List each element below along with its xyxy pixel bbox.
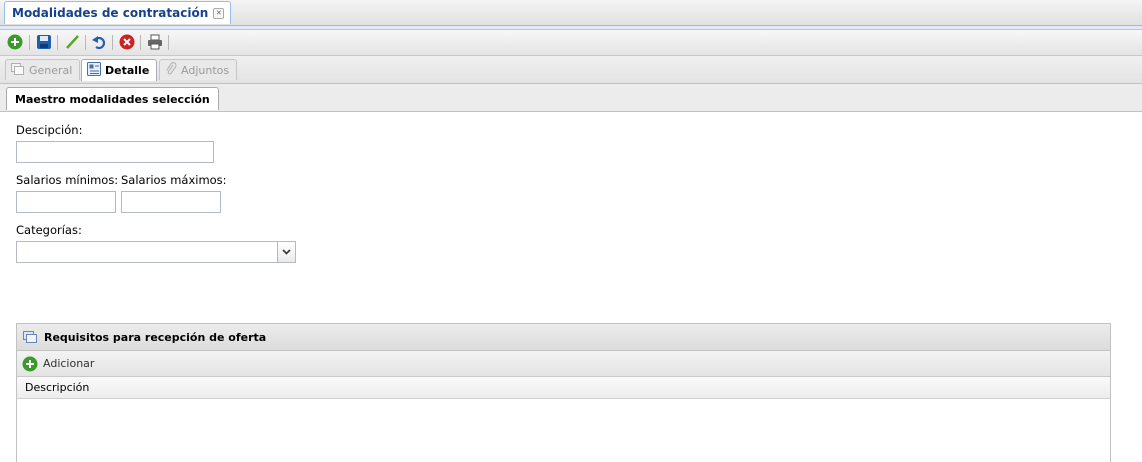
tab-adjuntos[interactable]: Adjuntos (159, 59, 238, 80)
paperclip-icon (165, 61, 177, 79)
descripcion-label: Descipción: (16, 123, 83, 137)
grid-title: Requisitos para recepción de oferta (44, 330, 267, 344)
categorias-label: Categorías: (16, 223, 82, 237)
salarios-maximos-field[interactable] (121, 191, 221, 213)
window-tab-modalidades[interactable]: Modalidades de contratación ✕ (4, 1, 232, 24)
print-icon[interactable] (146, 33, 164, 51)
add-icon[interactable] (22, 356, 38, 372)
window-tab-title: Modalidades de contratación (12, 6, 209, 20)
detail-tab-icon (87, 62, 101, 79)
delete-icon[interactable] (118, 33, 136, 51)
close-icon[interactable]: ✕ (213, 7, 225, 19)
tab-detalle[interactable]: Detalle (81, 59, 158, 81)
undo-icon[interactable] (90, 33, 108, 51)
grid-column-header: Descripción (17, 377, 1110, 399)
chevron-down-icon[interactable] (277, 242, 295, 262)
column-descripcion[interactable]: Descripción (25, 381, 89, 394)
save-icon[interactable] (35, 33, 53, 51)
tab-maestro-modalidades[interactable]: Maestro modalidades selección (6, 87, 219, 110)
general-tab-icon (11, 62, 25, 78)
salarios-maximos-label: Salarios máximos: (121, 173, 227, 187)
grid-toolbar: Adicionar (17, 351, 1110, 377)
adicionar-button[interactable]: Adicionar (43, 357, 94, 370)
edit-icon[interactable] (63, 33, 81, 51)
window-tab-strip: Modalidades de contratación ✕ (0, 0, 1142, 26)
tab-detalle-label: Detalle (105, 64, 150, 77)
subtab-strip: Maestro modalidades selección (0, 84, 1142, 112)
salarios-minimos-field[interactable] (16, 191, 116, 213)
grid-header: Requisitos para recepción de oferta (17, 324, 1110, 351)
tab-adjuntos-label: Adjuntos (181, 63, 230, 77)
tab-general-label: General (29, 63, 73, 77)
section-tabs: General Detalle Adjuntos (0, 56, 1142, 84)
requisitos-grid-panel: Requisitos para recepción de oferta Adic… (16, 323, 1111, 462)
salarios-minimos-label: Salarios mínimos: (16, 173, 119, 187)
tab-maestro-label: Maestro modalidades selección (15, 92, 210, 106)
descripcion-field[interactable] (16, 141, 214, 163)
tab-general[interactable]: General (5, 59, 81, 80)
add-icon[interactable] (6, 33, 24, 51)
panel-icon (23, 331, 38, 343)
categorias-combobox[interactable] (16, 241, 296, 263)
main-toolbar (0, 30, 1142, 56)
